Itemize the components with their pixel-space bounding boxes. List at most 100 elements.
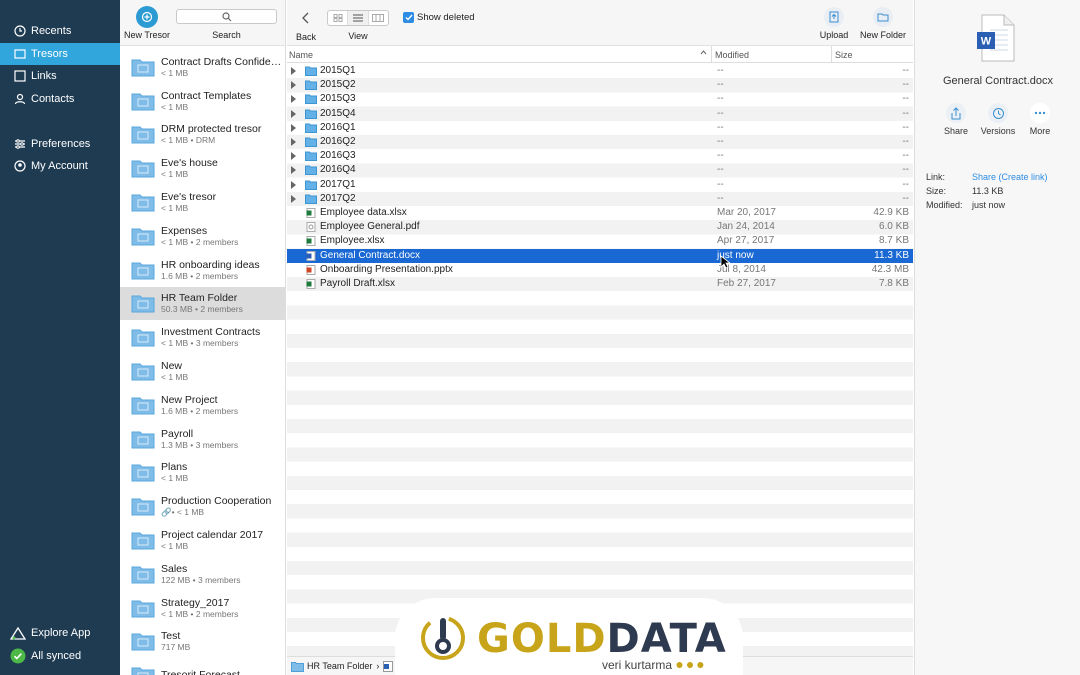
expand-triangle-icon[interactable] <box>291 81 296 90</box>
tresor-item[interactable]: Expenses < 1 MB • 2 members <box>120 219 285 253</box>
tresor-item[interactable]: Strategy_2017 < 1 MB • 2 members <box>120 591 285 625</box>
file-name: 2016Q1 <box>320 121 356 133</box>
new-tresor-button[interactable]: New Tresor <box>123 6 171 40</box>
tresor-item[interactable]: New < 1 MB <box>120 354 285 388</box>
explore-app-link[interactable]: Explore App <box>10 626 90 640</box>
nav-links[interactable]: Links <box>0 65 120 87</box>
file-modified: -- <box>717 150 724 162</box>
folder-row[interactable]: 2017Q2 -- -- <box>287 192 913 206</box>
file-row[interactable]: Employee.xlsx Apr 27, 2017 8.7 KB <box>287 234 913 248</box>
back-label: Back <box>295 32 316 42</box>
tresor-item[interactable]: HR Team Folder 50.3 MB • 2 members <box>120 286 285 321</box>
expand-triangle-icon[interactable] <box>291 95 296 104</box>
show-deleted-checkbox[interactable]: Show deleted <box>403 12 475 23</box>
expand-triangle-icon[interactable] <box>291 180 296 189</box>
file-size: 7.8 KB <box>878 278 909 289</box>
nav-my-account[interactable]: My Account <box>0 155 120 177</box>
size-value: 11.3 KB <box>972 186 1004 196</box>
file-name: 2015Q4 <box>320 107 356 119</box>
nav-preferences[interactable]: Preferences <box>0 133 120 155</box>
tresor-item[interactable]: Project calendar 2017 < 1 MB <box>120 523 285 557</box>
new-folder-button[interactable]: New Folder <box>857 7 909 40</box>
file-modified: Apr 27, 2017 <box>717 235 775 247</box>
nav-tresors[interactable]: Tresors <box>0 43 120 65</box>
tresor-item[interactable]: Tresorit Forecast <box>120 658 285 675</box>
file-row[interactable]: Payroll Draft.xlsx Feb 27, 2017 7.8 KB <box>287 277 913 291</box>
tresor-item[interactable]: Eve's tresor < 1 MB <box>120 185 285 219</box>
file-modified: -- <box>717 136 724 147</box>
folder-row[interactable]: 2016Q3 -- -- <box>287 149 913 163</box>
file-row[interactable]: Employee General.pdf Jan 24, 2014 6.0 KB <box>287 220 913 234</box>
tresor-item[interactable]: Test 717 MB <box>120 625 285 659</box>
tresor-folder-icon <box>131 93 155 111</box>
excel-file-icon <box>306 236 316 247</box>
file-modified: -- <box>717 93 724 105</box>
search-input[interactable] <box>176 9 277 24</box>
expand-triangle-icon[interactable] <box>291 194 296 203</box>
folder-row[interactable]: 2015Q2 -- -- <box>287 78 913 92</box>
tresor-meta: < 1 MB <box>161 203 189 214</box>
file-modified: -- <box>717 121 724 133</box>
tresor-item[interactable]: DRM protected tresor < 1 MB • DRM <box>120 118 285 152</box>
expand-triangle-icon[interactable] <box>291 152 296 161</box>
expand-triangle-icon[interactable] <box>291 166 296 175</box>
folder-row[interactable]: 2016Q1 -- -- <box>287 121 913 135</box>
modified-label: Modified: <box>926 200 963 210</box>
tresor-item[interactable]: Contract Templates < 1 MB <box>120 84 285 118</box>
tresor-item[interactable]: Production Cooperation 🔗• < 1 MB <box>120 489 285 523</box>
versions-icon <box>988 103 1008 123</box>
folder-row[interactable]: 2017Q1 -- -- <box>287 178 913 192</box>
tresor-meta: 1.3 MB • 3 members <box>161 439 239 450</box>
expand-triangle-icon[interactable] <box>291 109 296 118</box>
tresor-item[interactable]: Investment Contracts < 1 MB • 3 members <box>120 320 285 354</box>
create-link[interactable]: Share (Create link) <box>972 172 1048 182</box>
folder-icon <box>305 123 317 133</box>
file-size: 6.0 KB <box>878 221 909 233</box>
col-size-header[interactable]: Size <box>835 50 853 60</box>
tresor-item[interactable]: New Project 1.6 MB • 2 members <box>120 388 285 422</box>
word-file-icon <box>306 250 316 261</box>
grid-view-button[interactable] <box>328 11 349 25</box>
tresor-item[interactable]: Eve's house < 1 MB <box>120 151 285 185</box>
tresor-item[interactable]: Sales 122 MB • 3 members <box>120 557 285 591</box>
tresor-item[interactable]: HR onboarding ideas 1.6 MB • 2 members <box>120 253 285 287</box>
file-size: 42.9 KB <box>873 207 909 218</box>
folder-row[interactable]: 2015Q1 -- -- <box>287 64 913 78</box>
col-name-header[interactable]: Name <box>289 50 313 60</box>
more-button[interactable]: More <box>1015 103 1065 136</box>
folder-row[interactable]: 2015Q3 -- -- <box>287 92 913 106</box>
breadcrumb-folder[interactable]: HR Team Folder <box>307 661 372 671</box>
file-size: 11.3 KB <box>874 249 909 261</box>
nav-recents[interactable]: Recents <box>0 20 120 42</box>
nav-preferences-label: Preferences <box>31 138 91 150</box>
upload-button[interactable]: Upload <box>814 7 854 40</box>
file-size: -- <box>902 121 909 133</box>
tresor-name: Eve's house <box>161 157 218 170</box>
expand-triangle-icon[interactable] <box>291 67 296 75</box>
file-name: Employee.xlsx <box>320 235 385 247</box>
list-view-button[interactable] <box>348 11 369 25</box>
nav-contacts[interactable]: Contacts <box>0 88 120 110</box>
file-row[interactable]: General Contract.docx just now 11.3 KB <box>287 248 913 263</box>
folder-row[interactable]: 2016Q4 -- -- <box>287 163 913 177</box>
file-row[interactable]: Onboarding Presentation.pptx Jul 8, 2014 4… <box>287 263 913 277</box>
file-name: 2017Q2 <box>320 192 356 204</box>
folder-row[interactable]: 2015Q4 -- -- <box>287 107 913 121</box>
tresor-item[interactable]: Contract Drafts Confidential < 1 MB <box>120 50 285 84</box>
expand-triangle-icon[interactable] <box>291 123 296 132</box>
folder-row[interactable]: 2016Q2 -- -- <box>287 135 913 149</box>
tresor-item[interactable]: Plans < 1 MB <box>120 456 285 490</box>
file-modified: -- <box>717 192 724 204</box>
back-button[interactable]: Back <box>295 8 317 42</box>
account-icon <box>14 160 26 172</box>
folder-icon <box>305 80 317 91</box>
folder-icon <box>14 49 26 59</box>
column-view-button[interactable] <box>369 11 388 25</box>
tresor-item[interactable]: Payroll 1.3 MB • 3 members <box>120 422 285 456</box>
tresor-meta: 1.6 MB • 2 members <box>161 270 239 281</box>
expand-triangle-icon[interactable] <box>291 138 296 146</box>
folder-icon <box>305 94 317 105</box>
col-modified-header[interactable]: Modified <box>715 50 749 60</box>
file-row[interactable]: Employee data.xlsx Mar 20, 2017 42.9 KB <box>287 206 913 220</box>
tresor-meta: < 1 MB <box>161 473 189 484</box>
